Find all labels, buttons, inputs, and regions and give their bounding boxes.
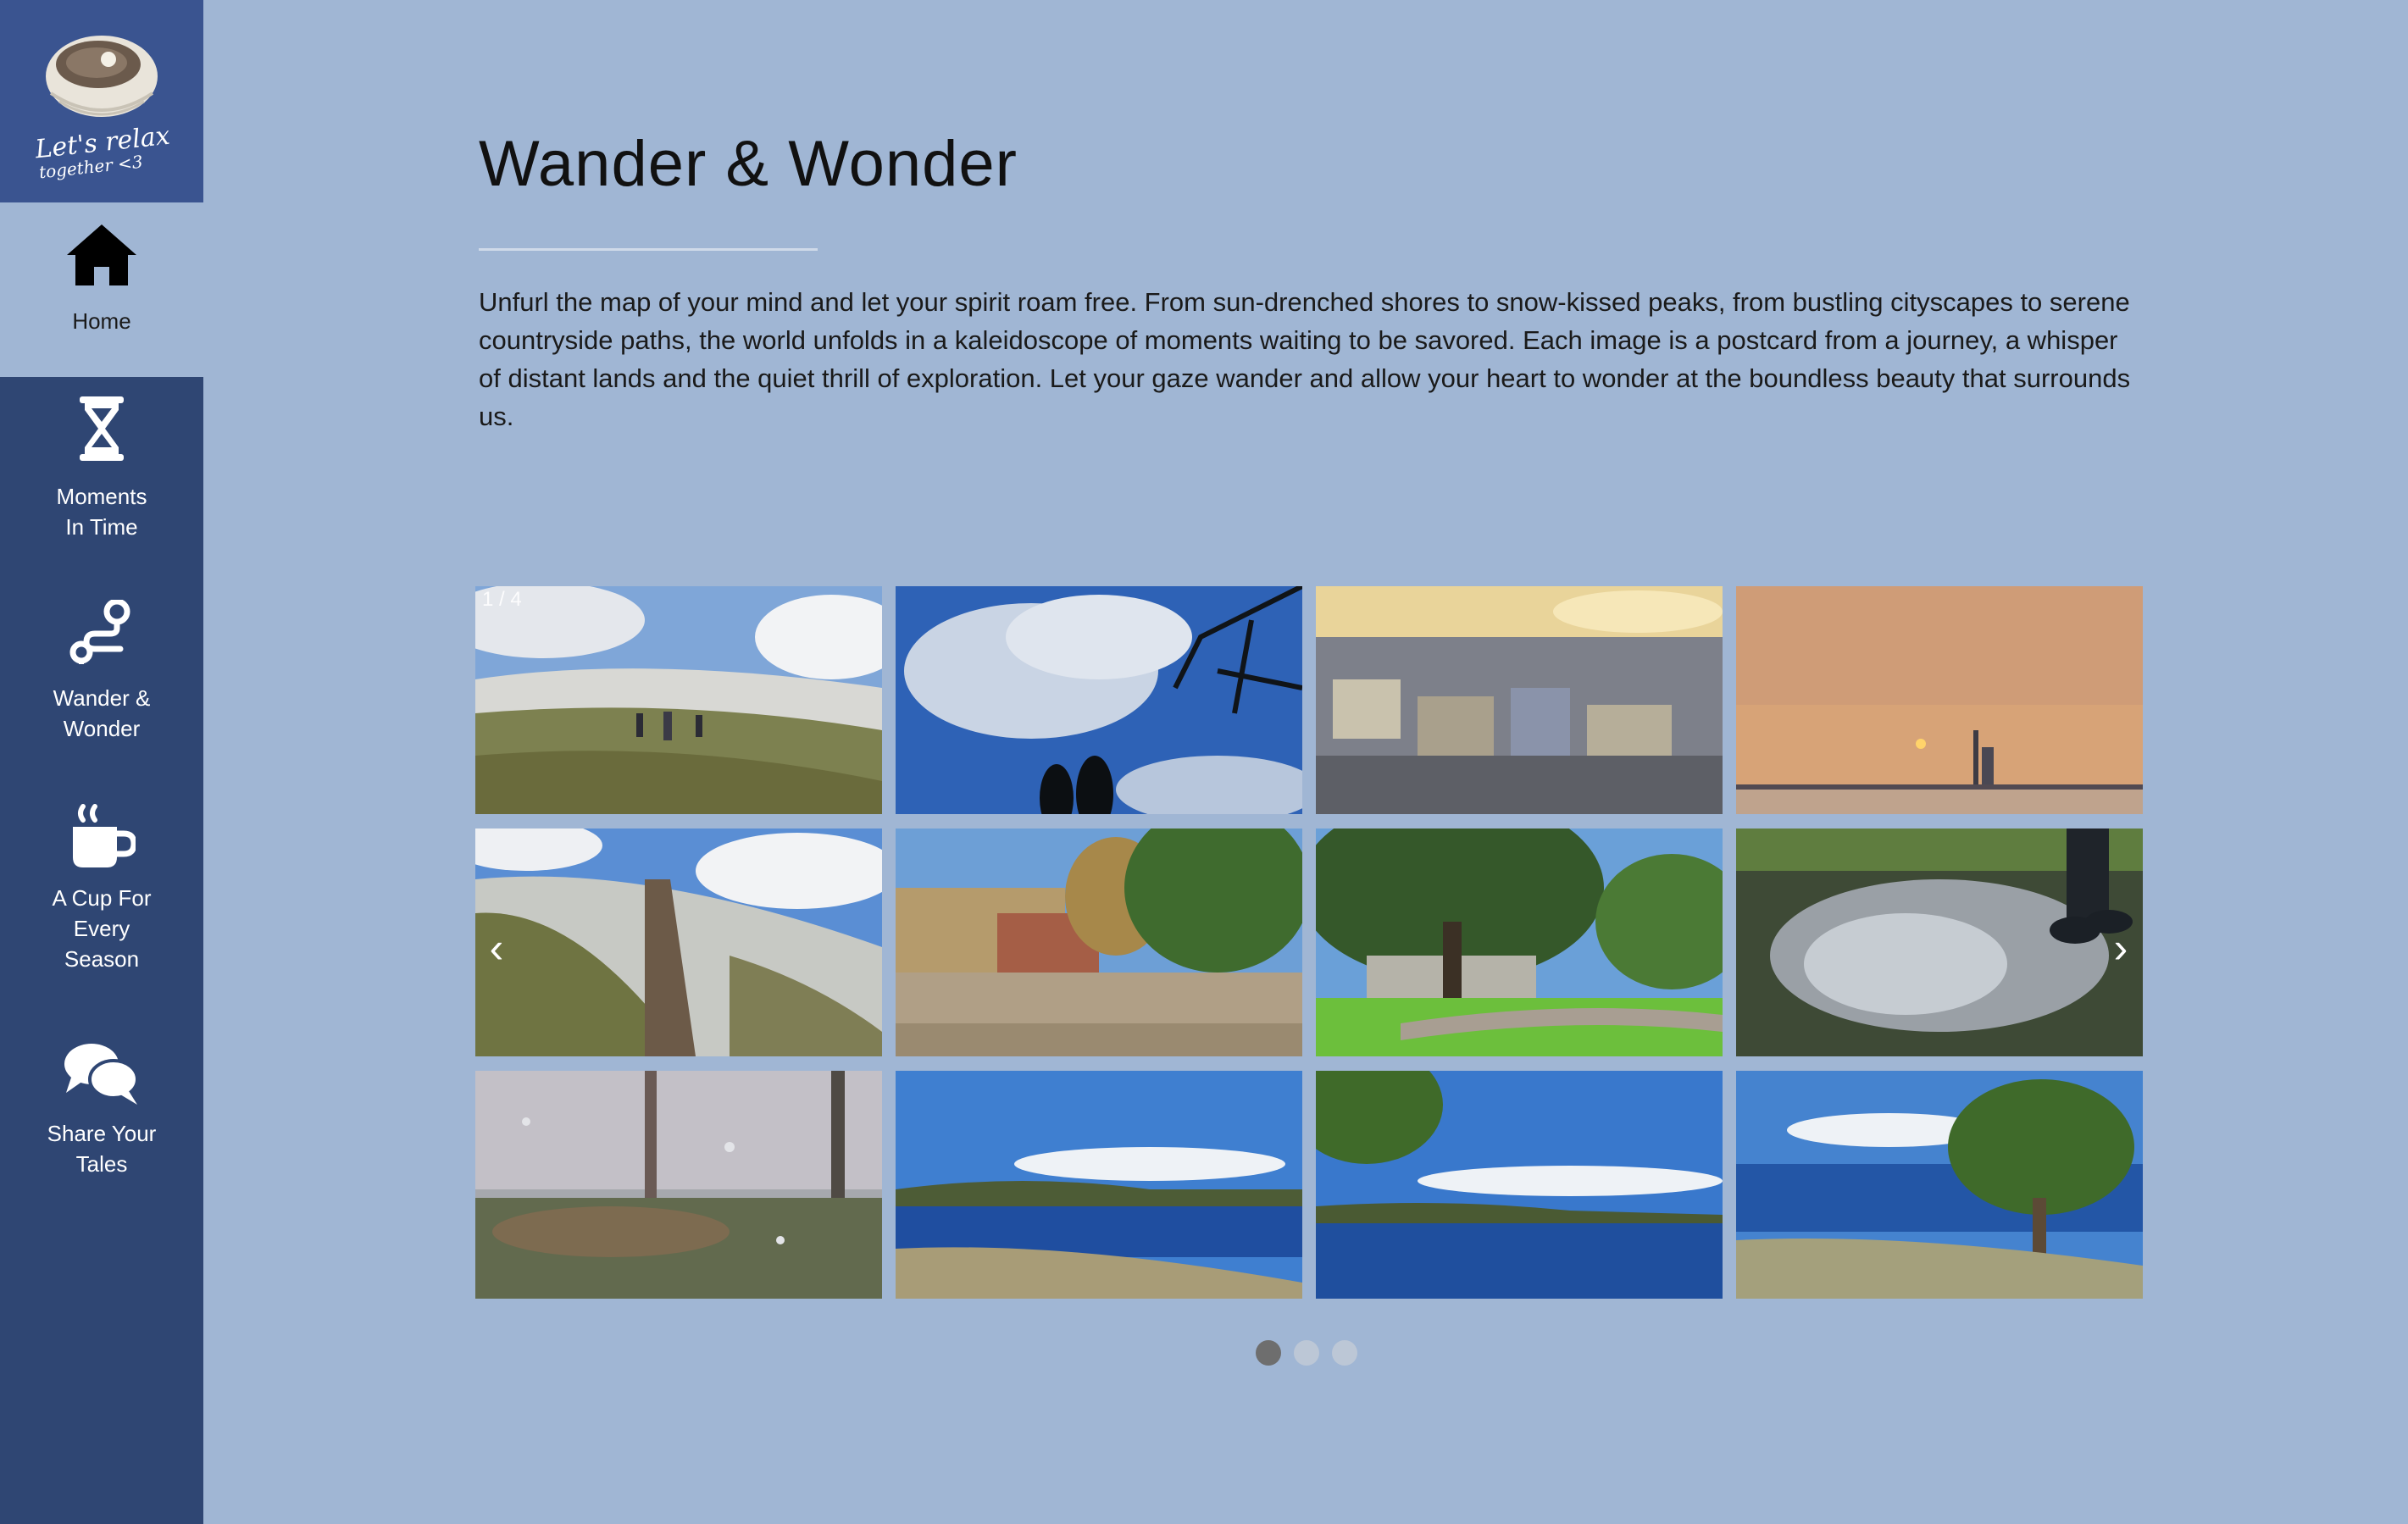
gallery-photo[interactable] bbox=[475, 586, 882, 814]
chat-bubbles-icon bbox=[64, 1044, 139, 1105]
photo-gallery bbox=[475, 586, 2143, 1300]
slide-counter: 1 / 4 bbox=[482, 588, 522, 611]
nav-label-cup: A Cup For bbox=[52, 885, 152, 911]
photo-hazy-sunset-water bbox=[1736, 586, 2143, 814]
nav-label-share-2: Tales bbox=[75, 1151, 128, 1177]
next-slide-button[interactable]: › bbox=[2104, 927, 2138, 969]
nav-label-share: Share Your bbox=[47, 1121, 157, 1146]
route-icon bbox=[69, 600, 130, 664]
photo-city-rooftops-sunset bbox=[1316, 586, 1723, 814]
hourglass-icon bbox=[80, 396, 124, 461]
gallery-photo[interactable] bbox=[896, 1071, 1302, 1299]
nav-item-home[interactable]: Home bbox=[0, 202, 203, 377]
slide-dot-3[interactable] bbox=[1332, 1340, 1357, 1366]
photo-snowy-hill-path bbox=[475, 829, 882, 1056]
coffee-cup-icon bbox=[73, 804, 136, 867]
gallery-photo[interactable] bbox=[1316, 586, 1723, 814]
page-intro: Unfurl the map of your mind and let your… bbox=[479, 287, 2131, 431]
photo-hikers-snowy-hillside bbox=[475, 586, 882, 814]
gallery-photo[interactable] bbox=[896, 586, 1302, 814]
sidebar: Let's relax together <3 Home Moments In … bbox=[0, 0, 203, 1524]
nav-item-wander-wonder[interactable]: Wander & Wonder bbox=[0, 600, 203, 744]
teacup-logo-icon: Let's relax together <3 bbox=[33, 36, 171, 182]
photo-park-large-tree bbox=[1316, 829, 1723, 1056]
photo-rain-window-forest bbox=[475, 1071, 882, 1299]
photo-campus-lawn-geese bbox=[896, 829, 1302, 1056]
photo-clouds-tree-silhouette bbox=[896, 586, 1302, 814]
nav-label-moments: Moments bbox=[56, 484, 147, 509]
photo-lake-view-trees bbox=[1316, 1071, 1723, 1299]
gallery-photo[interactable] bbox=[896, 829, 1302, 1056]
slide-dots bbox=[1256, 1340, 1357, 1367]
gallery-photo[interactable] bbox=[1316, 829, 1723, 1056]
title-divider bbox=[479, 248, 818, 251]
page-title: Wander & Wonder bbox=[479, 128, 1018, 200]
photo-lake-view-tree bbox=[1736, 1071, 2143, 1299]
nav-label-cup-2: Every bbox=[73, 916, 130, 941]
nav-label-cup-3: Season bbox=[64, 946, 140, 972]
slide-dot-1[interactable] bbox=[1256, 1340, 1281, 1366]
slide-dot-2[interactable] bbox=[1294, 1340, 1319, 1366]
gallery-photo[interactable] bbox=[1316, 1071, 1723, 1299]
photo-pond-reeds-boots bbox=[1736, 829, 2143, 1056]
gallery-photo[interactable] bbox=[1736, 829, 2143, 1056]
nav-label-wander-2: Wonder bbox=[63, 716, 141, 741]
gallery-photo[interactable] bbox=[1736, 1071, 2143, 1299]
gallery-photo[interactable] bbox=[1736, 586, 2143, 814]
nav-item-moments-in-time[interactable]: Moments In Time bbox=[0, 395, 203, 542]
nav-label-home: Home bbox=[72, 308, 131, 334]
photo-lake-view-islands bbox=[896, 1071, 1302, 1299]
gallery-photo[interactable] bbox=[475, 1071, 882, 1299]
home-icon bbox=[67, 224, 136, 285]
nav-label-wander: Wander & bbox=[53, 685, 151, 711]
nav-label-moments-2: In Time bbox=[65, 514, 138, 540]
gallery-photo[interactable] bbox=[475, 829, 882, 1056]
site-logo[interactable]: Let's relax together <3 bbox=[0, 0, 203, 202]
nav-item-cup-for-every-season[interactable]: A Cup For Every Season bbox=[0, 803, 203, 974]
previous-slide-button[interactable]: ‹ bbox=[480, 927, 513, 969]
nav-item-share-your-tales[interactable]: Share Your Tales bbox=[0, 1039, 203, 1179]
